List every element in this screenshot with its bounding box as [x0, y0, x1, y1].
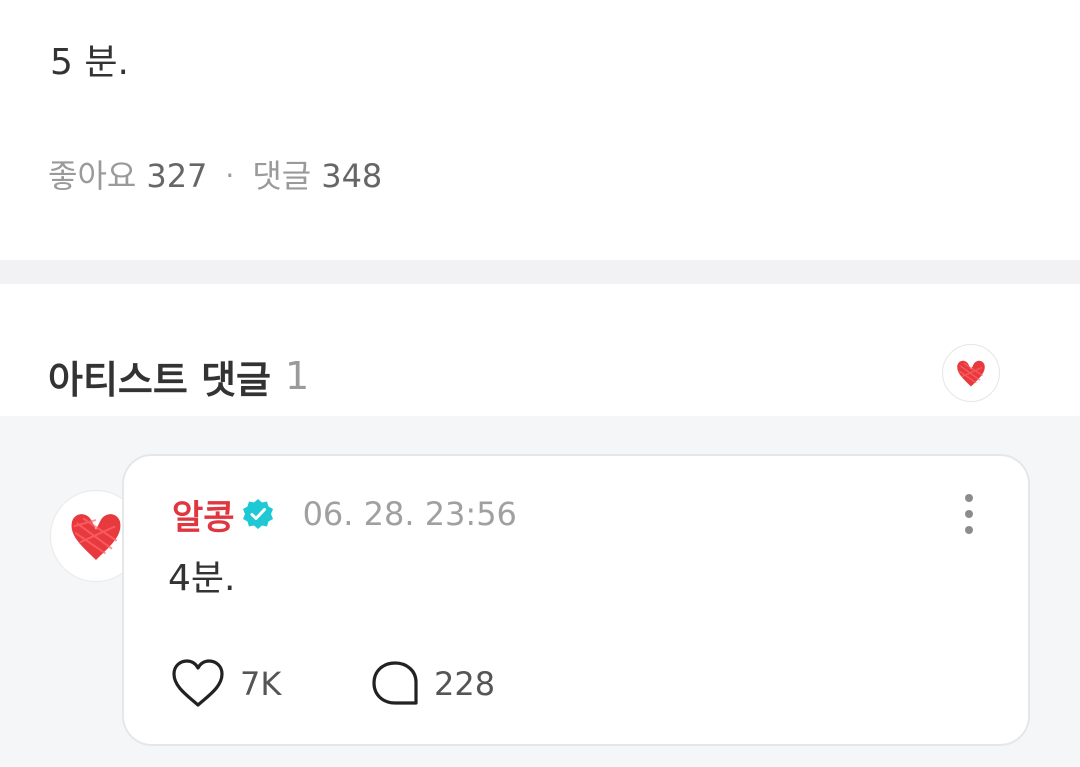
more-vertical-icon[interactable]	[954, 492, 984, 536]
comment-header: 알콩 06. 28. 23:56	[172, 490, 517, 539]
post-page: 5 분. 좋아요 327 · 댓글 348 아티스트 댓글 1 알콩 06. 2…	[0, 0, 1080, 767]
likes-count: 327	[146, 157, 208, 195]
red-heart-avatar-icon[interactable]	[942, 344, 1000, 402]
artist-comments-count: 1	[285, 354, 310, 398]
comments-count: 348	[321, 157, 383, 195]
verified-badge-icon	[241, 497, 275, 531]
post-body-text: 5 분.	[50, 42, 129, 83]
heart-outline-icon	[172, 659, 224, 707]
stats-separator: ·	[225, 159, 235, 192]
artist-comments-header: 아티스트 댓글 1	[48, 348, 309, 404]
comments-label: 댓글	[252, 157, 312, 195]
like-count: 7K	[240, 665, 282, 703]
reply-button[interactable]: 228	[370, 659, 495, 709]
post-comments-stat[interactable]: 댓글 348	[252, 156, 382, 196]
red-heart-icon	[71, 514, 121, 560]
post-stats: 좋아요 327 · 댓글 348	[48, 156, 382, 196]
artist-comments-title: 아티스트 댓글	[48, 357, 271, 402]
comment-timestamp: 06. 28. 23:56	[302, 495, 517, 533]
like-button[interactable]: 7K	[170, 658, 370, 710]
likes-label: 좋아요	[48, 157, 137, 195]
comment-card: 알콩 06. 28. 23:56 4분. 7K 228	[122, 454, 1030, 746]
comment-text: 4분.	[168, 558, 236, 599]
reply-count: 228	[434, 665, 496, 703]
post-likes-stat[interactable]: 좋아요 327	[48, 156, 207, 196]
section-divider	[0, 260, 1080, 284]
comment-author-name[interactable]: 알콩	[172, 490, 235, 539]
speech-bubble-icon	[372, 661, 418, 705]
comment-actions: 7K 228	[170, 654, 495, 714]
